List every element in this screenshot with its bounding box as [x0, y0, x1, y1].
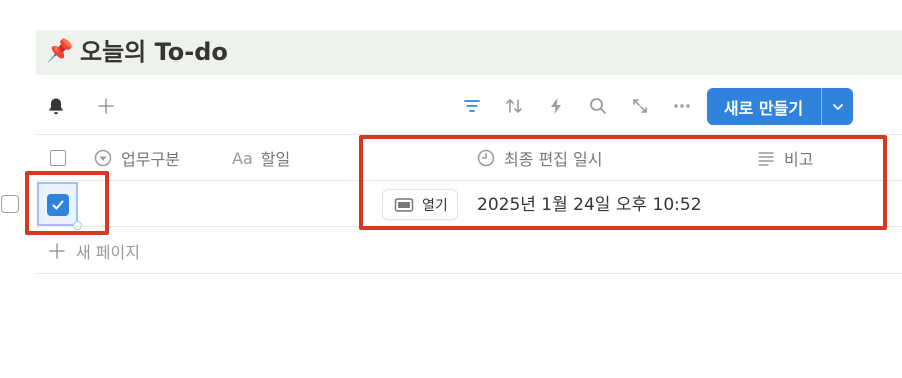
- text-icon: Aa: [232, 148, 253, 168]
- page-title-bar: 📌 오늘의 To-do: [36, 30, 902, 75]
- column-label: 업무구분: [121, 150, 180, 169]
- todo-checkbox[interactable]: [47, 194, 69, 216]
- column-header-last-edited[interactable]: 최종 편집 일시: [476, 146, 603, 170]
- divider: [36, 180, 902, 181]
- more-icon[interactable]: [670, 94, 694, 118]
- filter-icon[interactable]: [460, 94, 484, 118]
- last-edited-value: 2025년 1월 24일 오후 10:52: [477, 195, 702, 215]
- search-icon[interactable]: [586, 94, 610, 118]
- checkmark-icon: [52, 200, 64, 210]
- divider: [36, 134, 902, 135]
- chevron-down-icon[interactable]: [822, 88, 853, 125]
- expand-icon[interactable]: [628, 94, 652, 118]
- plus-icon[interactable]: [94, 94, 118, 118]
- new-page-button[interactable]: 새 페이지: [48, 239, 140, 263]
- plus-icon: [49, 243, 65, 259]
- sort-icon[interactable]: [502, 94, 526, 118]
- divider: [36, 273, 902, 274]
- column-label: 최종 편집 일시: [504, 150, 603, 169]
- select-all-checkbox[interactable]: [50, 150, 66, 166]
- new-page-label: 새 페이지: [76, 243, 140, 262]
- new-button-label[interactable]: 새로 만들기: [707, 88, 820, 125]
- open-button[interactable]: 열기: [382, 189, 458, 220]
- column-header-task[interactable]: Aa 할일: [232, 146, 290, 170]
- column-header-category[interactable]: 업무구분: [93, 146, 180, 170]
- column-label: 할일: [260, 150, 291, 169]
- lines-icon: [758, 152, 774, 166]
- row-select-checkbox[interactable]: [1, 195, 19, 213]
- clock-icon: [477, 149, 495, 167]
- open-page-icon: [394, 197, 414, 212]
- pin-icon: 📌: [46, 39, 74, 64]
- divider: [36, 226, 902, 227]
- open-button-label: 열기: [422, 197, 448, 214]
- column-header-notes[interactable]: 비고: [756, 146, 813, 170]
- bell-icon[interactable]: [44, 94, 68, 118]
- automation-icon[interactable]: [544, 94, 568, 118]
- column-label: 비고: [784, 150, 814, 169]
- status-icon: [94, 149, 112, 167]
- page-title[interactable]: 오늘의 To-do: [80, 39, 228, 65]
- new-button[interactable]: 새로 만들기: [707, 88, 853, 125]
